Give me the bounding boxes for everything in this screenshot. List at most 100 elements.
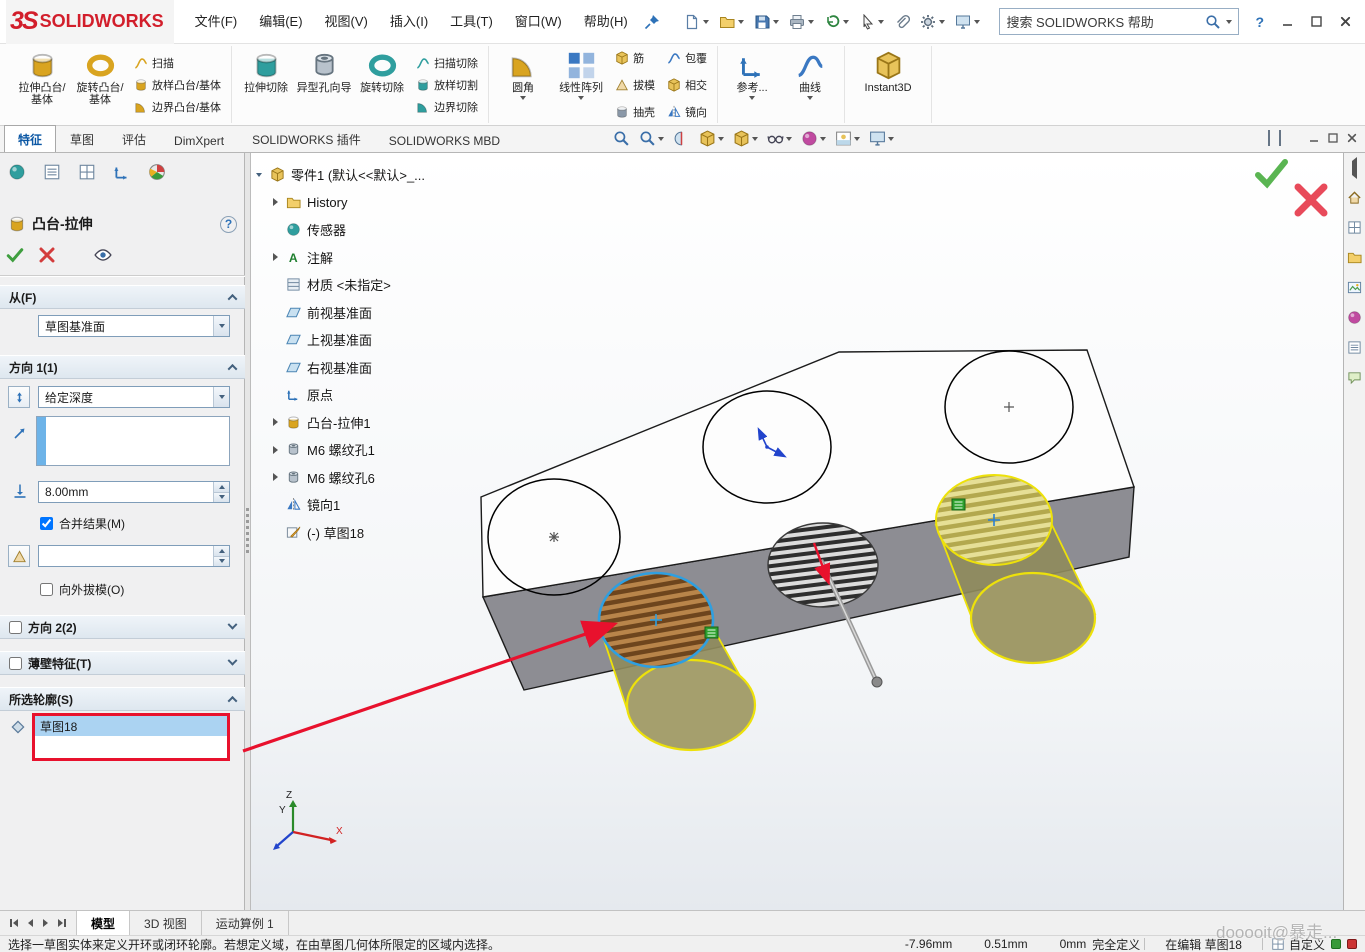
chevron-up-icon[interactable]: [228, 363, 238, 373]
tab-features[interactable]: 特征: [4, 125, 56, 152]
menu-edit[interactable]: 编辑(E): [248, 1, 313, 43]
open-button[interactable]: [715, 10, 748, 34]
boundary-cut-button[interactable]: 边界切除: [414, 98, 480, 116]
menu-window[interactable]: 窗口(W): [504, 1, 573, 43]
direction1-section-header[interactable]: 方向 1(1): [0, 355, 245, 379]
expand-arrow-icon[interactable]: [270, 446, 280, 454]
pin-menu-button[interactable]: [640, 10, 664, 34]
dropdown-caret[interactable]: [807, 96, 813, 100]
direction-selection-box[interactable]: [36, 416, 230, 466]
end-condition-dropdown[interactable]: 给定深度: [38, 386, 230, 408]
hole-wizard-button[interactable]: 异型孔向导: [295, 46, 353, 123]
search-icon[interactable]: [1205, 14, 1221, 30]
design-library-tab[interactable]: [1347, 220, 1362, 235]
confirm-check-icon[interactable]: [1258, 162, 1285, 184]
dropdown-caret[interactable]: [786, 137, 792, 141]
tree-item-history[interactable]: History: [254, 189, 504, 217]
dropdown-caret[interactable]: [520, 96, 526, 100]
panel-tab-4[interactable]: [113, 163, 131, 181]
minimize-button[interactable]: [1274, 11, 1301, 32]
direction2-section-header[interactable]: 方向 2(2): [0, 615, 245, 639]
shell-button[interactable]: 抽壳: [613, 103, 657, 121]
tree-item-part[interactable]: 零件1 (默认<<默认>_...: [254, 161, 504, 189]
panel-splitter[interactable]: [245, 153, 251, 910]
swept-boss-button[interactable]: 扫描: [132, 54, 223, 72]
spin-down-button[interactable]: [214, 556, 229, 567]
view-orientation-button[interactable]: [698, 129, 725, 148]
graphics-area[interactable]: Z Y X 零件1 (默认<<默认>_... History 传感器 注解 材质…: [246, 153, 1343, 910]
panel-tab-3[interactable]: [78, 163, 96, 181]
expand-arrow-icon[interactable]: [270, 198, 280, 206]
maximize-button[interactable]: [1303, 11, 1330, 32]
display-style-button[interactable]: [732, 129, 759, 148]
tree-item-sensors[interactable]: 传感器: [254, 216, 504, 244]
depth-value[interactable]: 8.00mm: [45, 485, 88, 499]
tab-solidworks-mbd[interactable]: SOLIDWORKS MBD: [375, 128, 514, 152]
attachment-button[interactable]: [890, 10, 914, 34]
tree-item-origin[interactable]: 原点: [254, 381, 504, 409]
menu-help[interactable]: 帮助(H): [573, 1, 639, 43]
chevron-down-icon[interactable]: [228, 655, 238, 665]
reference-geometry-button[interactable]: 参考...: [723, 46, 781, 123]
contour-list-item[interactable]: 草图18: [35, 716, 227, 736]
tree-item-m6-hole1[interactable]: M6 螺纹孔1: [254, 436, 504, 464]
chevron-up-icon[interactable]: [228, 695, 238, 705]
dropdown-caret[interactable]: [738, 20, 744, 24]
pane-right-toggle[interactable]: [1279, 131, 1281, 145]
dropdown-caret[interactable]: [843, 20, 849, 24]
dropdown-caret[interactable]: [752, 137, 758, 141]
panel-tab-2[interactable]: [43, 163, 61, 181]
spin-up-button[interactable]: [214, 482, 229, 492]
panel-tab-5[interactable]: [148, 163, 166, 181]
thin-feature-checkbox[interactable]: [9, 657, 22, 670]
intersect-button[interactable]: 相交: [665, 76, 709, 94]
search-input[interactable]: 搜索 SOLIDWORKS 帮助: [1006, 12, 1200, 31]
lofted-cut-button[interactable]: 放样切割: [414, 76, 480, 94]
appearances-tab[interactable]: [1347, 310, 1362, 325]
doc-minimize-button[interactable]: [1309, 133, 1319, 143]
dropdown-caret[interactable]: [974, 20, 980, 24]
search-box[interactable]: 搜索 SOLIDWORKS 帮助: [999, 8, 1239, 35]
rib-button[interactable]: 筋: [613, 49, 657, 67]
task-pane-collapse-button[interactable]: [1352, 161, 1357, 175]
ok-button[interactable]: [6, 246, 24, 264]
confirmation-corner[interactable]: [1258, 162, 1324, 213]
display-settings-button[interactable]: [951, 10, 984, 34]
thin-feature-section-header[interactable]: 薄壁特征(T): [0, 651, 245, 675]
linear-pattern-button[interactable]: 线性阵列: [552, 46, 610, 123]
home-tab[interactable]: [1347, 190, 1362, 205]
hide-show-items-button[interactable]: [766, 129, 793, 148]
tree-item-annotations[interactable]: 注解: [254, 244, 504, 272]
tab-dimxpert[interactable]: DimXpert: [160, 128, 238, 152]
section-view-button[interactable]: [672, 129, 691, 148]
tree-item-m6-hole6[interactable]: M6 螺纹孔6: [254, 464, 504, 492]
tree-item-mirror1[interactable]: 镜向1: [254, 491, 504, 519]
extruded-boss-button[interactable]: 拉伸凸台/基体: [13, 46, 71, 123]
expand-arrow-icon[interactable]: [270, 418, 280, 426]
chevron-up-icon[interactable]: [228, 293, 238, 303]
wrap-button[interactable]: 包覆: [665, 49, 709, 67]
from-plane-dropdown[interactable]: 草图基准面: [38, 315, 230, 337]
edit-appearance-button[interactable]: [800, 129, 827, 148]
chevron-down-icon[interactable]: [228, 619, 238, 629]
confirm-cancel-icon[interactable]: [1298, 187, 1324, 213]
mirror-button[interactable]: 镜向: [665, 103, 709, 121]
view-palette-tab[interactable]: [1347, 280, 1362, 295]
apply-scene-button[interactable]: [834, 129, 861, 148]
zoom-fit-button[interactable]: [612, 129, 631, 148]
cancel-button[interactable]: [38, 246, 56, 264]
first-tab-button[interactable]: [8, 917, 20, 929]
dropdown-caret[interactable]: [578, 96, 584, 100]
draft-angle-spinner[interactable]: [38, 545, 230, 567]
fillet-button[interactable]: 圆角: [494, 46, 552, 123]
feature-help-button[interactable]: ?: [220, 216, 237, 233]
menu-insert[interactable]: 插入(I): [379, 1, 439, 43]
tree-item-top-plane[interactable]: 上视基准面: [254, 326, 504, 354]
swept-cut-button[interactable]: 扫描切除: [414, 54, 480, 72]
reverse-direction-button[interactable]: [8, 386, 30, 408]
tree-item-front-plane[interactable]: 前视基准面: [254, 299, 504, 327]
options-button[interactable]: [916, 10, 949, 34]
dropdown-caret[interactable]: [749, 96, 755, 100]
dropdown-caret[interactable]: [658, 137, 664, 141]
tab-solidworks-addins[interactable]: SOLIDWORKS 插件: [238, 125, 375, 152]
